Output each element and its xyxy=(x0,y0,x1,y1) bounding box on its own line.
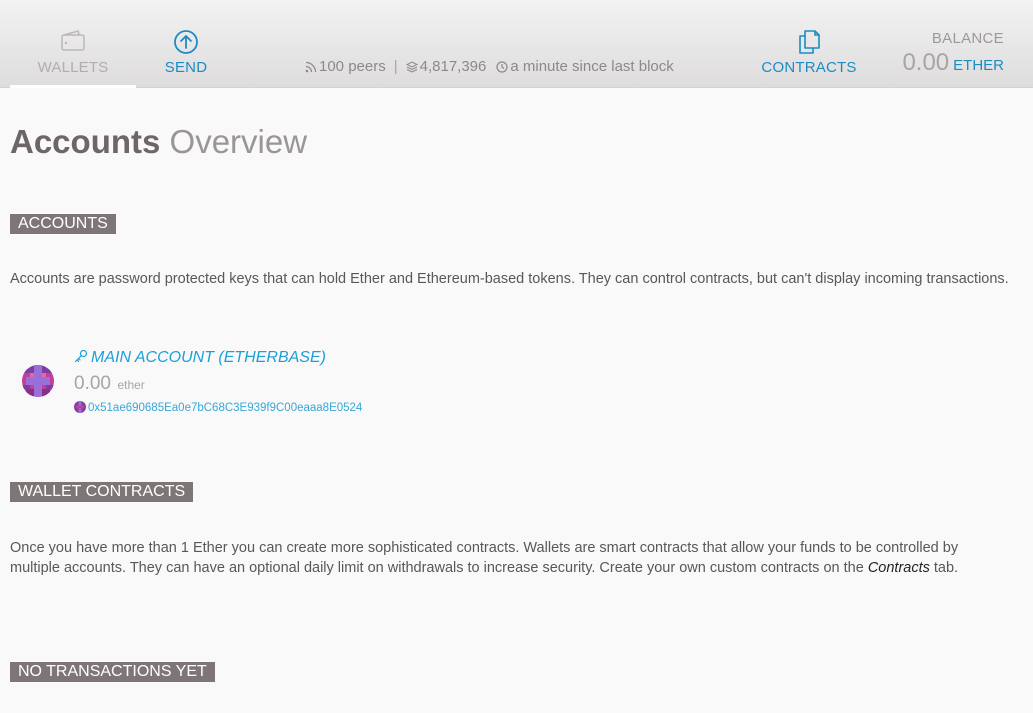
documents-icon xyxy=(799,30,820,54)
network-status: 100 peers | 4,817,396 a minute since last… xyxy=(305,58,674,75)
nav-tab-send-label: SEND xyxy=(164,59,208,76)
page-title-strong: Accounts xyxy=(10,123,161,160)
last-block-time: a minute since last block xyxy=(510,58,674,75)
transactions-heading: NO TRANSACTIONS YET xyxy=(10,662,215,682)
arrow-up-circle-icon xyxy=(174,30,198,54)
balance-unit-selector[interactable]: ETHER xyxy=(953,57,1004,74)
account-balance-unit: ether xyxy=(117,378,145,392)
wallet-contracts-description-end: tab. xyxy=(929,560,959,576)
account-name-label: MAIN ACCOUNT (ETHERBASE) xyxy=(91,349,326,366)
balance-value: 0.00 ETHER xyxy=(902,49,1004,77)
nav-tab-wallets-label: WALLETS xyxy=(37,59,109,76)
contracts-tab-link[interactable]: Contracts xyxy=(868,560,930,576)
account-balance-amount: 0.00 xyxy=(74,373,111,394)
nav-tab-contracts-label: CONTRACTS xyxy=(761,59,857,76)
balance-amount: 0.00 xyxy=(902,49,950,76)
nav-tab-send[interactable]: SEND xyxy=(150,0,222,88)
account-card-main[interactable]: MAIN ACCOUNT (ETHERBASE) 0.00 ether 0x51… xyxy=(20,348,420,418)
nav-tab-wallets[interactable]: WALLETS xyxy=(10,0,136,88)
active-tab-indicator xyxy=(10,85,136,88)
page-title: Accounts Overview xyxy=(10,123,307,161)
clock-icon xyxy=(496,61,508,73)
account-address-text: 0x51ae690685Ea0e7bC68C3E939f9C00eaaa8E05… xyxy=(88,402,363,414)
account-name[interactable]: MAIN ACCOUNT (ETHERBASE) xyxy=(74,349,326,367)
accounts-heading: ACCOUNTS xyxy=(10,214,116,234)
key-icon xyxy=(74,349,88,363)
account-identicon xyxy=(22,365,54,397)
wallet-contracts-description-text: Once you have more than 1 Ether you can … xyxy=(10,540,959,576)
account-balance: 0.00 ether xyxy=(74,373,145,395)
account-address[interactable]: 0x51ae690685Ea0e7bC68C3E939f9C00eaaa8E05… xyxy=(74,401,362,414)
nav-tab-contracts[interactable]: CONTRACTS xyxy=(760,0,858,88)
total-balance: BALANCE 0.00 ETHER xyxy=(902,30,1004,77)
block-number: 4,817,396 xyxy=(419,58,487,75)
wallet-contracts-description: Once you have more than 1 Ether you can … xyxy=(10,538,1000,578)
balance-label: BALANCE xyxy=(931,30,1004,47)
rss-icon xyxy=(305,61,317,73)
accounts-description: Accounts are password protected keys tha… xyxy=(10,271,1009,287)
layers-icon xyxy=(405,61,418,73)
page-title-light: Overview xyxy=(169,123,308,160)
status-separator: | xyxy=(393,58,398,75)
peer-count: 100 peers xyxy=(319,58,386,75)
wallet-icon xyxy=(61,30,85,51)
address-identicon xyxy=(74,401,86,413)
top-navigation-bar: WALLETS SEND 100 peers | 4,817,396 a minu… xyxy=(0,0,1033,88)
wallet-contracts-heading: WALLET CONTRACTS xyxy=(10,482,194,502)
